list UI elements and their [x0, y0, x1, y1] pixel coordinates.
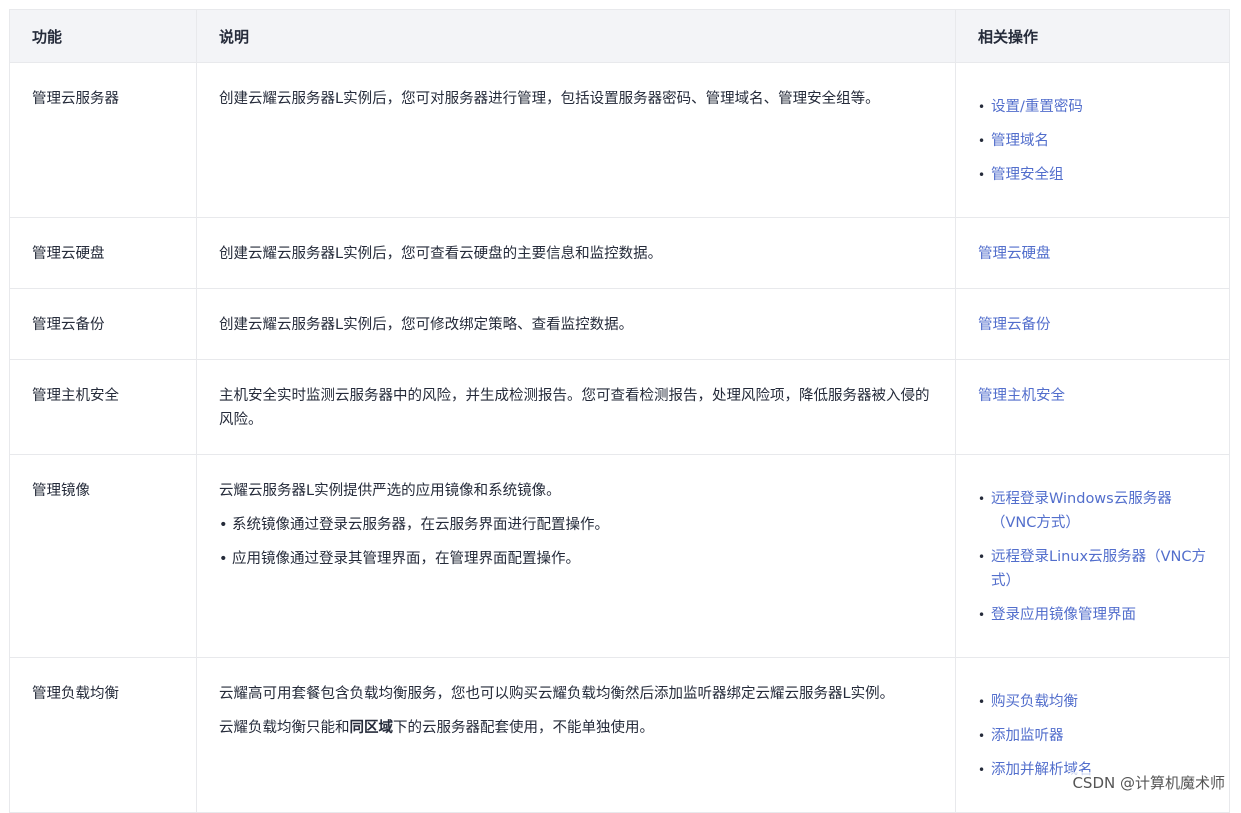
description-text: 创建云耀云服务器L实例后，您可查看云硬盘的主要信息和监控数据。: [219, 246, 663, 262]
operations-list: 购买负载均衡 添加监听器 添加并解析域名: [978, 690, 1207, 782]
table-row: 管理主机安全 主机安全实时监测云服务器中的风险，并生成检测报告。您可查看检测报告…: [9, 359, 1230, 455]
description-text: 云耀云服务器L实例提供严选的应用镜像和系统镜像。: [219, 483, 561, 499]
note-prefix: 云耀负载均衡只能和: [219, 720, 350, 736]
header-operations: 相关操作: [955, 9, 1230, 63]
list-item: 购买负载均衡: [978, 690, 1207, 714]
list-item: 远程登录Linux云服务器（VNC方式）: [978, 545, 1207, 593]
feature-cell: 管理镜像: [9, 454, 197, 658]
description-bullets: 系统镜像通过登录云服务器，在云服务界面进行配置操作。 应用镜像通过登录其管理界面…: [219, 513, 933, 571]
manage-domain-link[interactable]: 管理域名: [991, 133, 1049, 149]
description-cell: 创建云耀云服务器L实例后，您可对服务器进行管理，包括设置服务器密码、管理域名、管…: [196, 62, 956, 218]
manage-backup-link[interactable]: 管理云备份: [978, 313, 1207, 337]
list-item: 登录应用镜像管理界面: [978, 603, 1207, 627]
list-item: 远程登录Windows云服务器（VNC方式）: [978, 487, 1207, 535]
feature-cell: 管理云硬盘: [9, 217, 197, 289]
description-note: 云耀负载均衡只能和同区域下的云服务器配套使用，不能单独使用。: [219, 716, 933, 740]
description-cell: 云耀云服务器L实例提供严选的应用镜像和系统镜像。 系统镜像通过登录云服务器，在云…: [196, 454, 956, 658]
description-text: 创建云耀云服务器L实例后，您可对服务器进行管理，包括设置服务器密码、管理域名、管…: [219, 91, 880, 107]
table-row: 管理云服务器 创建云耀云服务器L实例后，您可对服务器进行管理，包括设置服务器密码…: [9, 62, 1230, 218]
operations-cell: 管理云硬盘: [955, 217, 1230, 289]
table-row: 管理云备份 创建云耀云服务器L实例后，您可修改绑定策略、查看监控数据。 管理云备…: [9, 288, 1230, 360]
description-cell: 云耀高可用套餐包含负载均衡服务，您也可以购买云耀负载均衡然后添加监听器绑定云耀云…: [196, 657, 956, 813]
description-cell: 主机安全实时监测云服务器中的风险，并生成检测报告。您可查看检测报告，处理风险项，…: [196, 359, 956, 455]
list-item: 设置/重置密码: [978, 95, 1207, 119]
features-table: 功能 说明 相关操作 管理云服务器 创建云耀云服务器L实例后，您可对服务器进行管…: [9, 9, 1230, 813]
description-text: 主机安全实时监测云服务器中的风险，并生成检测报告。您可查看检测报告，处理风险项，…: [219, 388, 930, 428]
table-row: 管理镜像 云耀云服务器L实例提供严选的应用镜像和系统镜像。 系统镜像通过登录云服…: [9, 454, 1230, 658]
note-emphasis: 同区域: [349, 720, 394, 736]
operations-list: 设置/重置密码 管理域名 管理安全组: [978, 95, 1207, 187]
feature-cell: 管理负载均衡: [9, 657, 197, 813]
description-cell: 创建云耀云服务器L实例后，您可查看云硬盘的主要信息和监控数据。: [196, 217, 956, 289]
set-reset-password-link[interactable]: 设置/重置密码: [991, 99, 1083, 115]
table-header-row: 功能 说明 相关操作: [9, 9, 1230, 63]
buy-load-balancer-link[interactable]: 购买负载均衡: [991, 694, 1078, 710]
feature-cell: 管理云服务器: [9, 62, 197, 218]
table-row: 管理云硬盘 创建云耀云服务器L实例后，您可查看云硬盘的主要信息和监控数据。 管理…: [9, 217, 1230, 289]
feature-cell: 管理云备份: [9, 288, 197, 360]
operations-cell: 远程登录Windows云服务器（VNC方式） 远程登录Linux云服务器（VNC…: [955, 454, 1230, 658]
list-item: 应用镜像通过登录其管理界面，在管理界面配置操作。: [219, 547, 933, 571]
feature-cell: 管理主机安全: [9, 359, 197, 455]
table-row: 管理负载均衡 云耀高可用套餐包含负载均衡服务，您也可以购买云耀负载均衡然后添加监…: [9, 657, 1230, 813]
add-listener-link[interactable]: 添加监听器: [991, 728, 1064, 744]
description-text: 创建云耀云服务器L实例后，您可修改绑定策略、查看监控数据。: [219, 317, 634, 333]
manage-disk-link[interactable]: 管理云硬盘: [978, 242, 1207, 266]
description-cell: 创建云耀云服务器L实例后，您可修改绑定策略、查看监控数据。: [196, 288, 956, 360]
login-app-image-console-link[interactable]: 登录应用镜像管理界面: [991, 607, 1136, 623]
list-item: 系统镜像通过登录云服务器，在云服务界面进行配置操作。: [219, 513, 933, 537]
remote-login-linux-link[interactable]: 远程登录Linux云服务器（VNC方式）: [991, 549, 1206, 589]
list-item: 管理域名: [978, 129, 1207, 153]
operations-cell: 管理主机安全: [955, 359, 1230, 455]
header-feature: 功能: [9, 9, 197, 63]
operations-cell: 设置/重置密码 管理域名 管理安全组: [955, 62, 1230, 218]
header-description: 说明: [196, 9, 956, 63]
operations-list: 远程登录Windows云服务器（VNC方式） 远程登录Linux云服务器（VNC…: [978, 487, 1207, 627]
list-item: 添加监听器: [978, 724, 1207, 748]
remote-login-windows-link[interactable]: 远程登录Windows云服务器（VNC方式）: [991, 491, 1172, 531]
list-item: 管理安全组: [978, 163, 1207, 187]
manage-security-group-link[interactable]: 管理安全组: [991, 167, 1064, 183]
note-suffix: 下的云服务器配套使用，不能单独使用。: [393, 720, 654, 736]
operations-cell: 管理云备份: [955, 288, 1230, 360]
manage-host-security-link[interactable]: 管理主机安全: [978, 384, 1207, 408]
description-text: 云耀高可用套餐包含负载均衡服务，您也可以购买云耀负载均衡然后添加监听器绑定云耀云…: [219, 686, 895, 702]
watermark: CSDN @计算机魔术师: [1070, 772, 1227, 793]
